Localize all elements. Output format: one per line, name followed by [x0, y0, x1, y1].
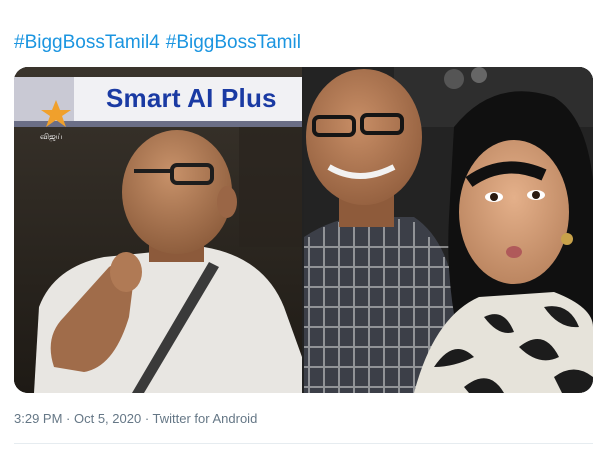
tweet-text: #BiggBossTamil4 #BiggBossTamil: [14, 30, 301, 56]
selfie-illustration: [304, 67, 593, 393]
tweet-meta: 3:29 PM · Oct 5, 2020 · Twitter for Andr…: [14, 411, 257, 426]
media-photo-right[interactable]: [304, 67, 593, 393]
channel-logo-text: விஜய்: [40, 132, 63, 141]
tweet-date-link[interactable]: Oct 5, 2020: [74, 411, 141, 426]
tweet-media[interactable]: Smart AI Plus விஜய்: [14, 67, 593, 393]
tweet-time-link[interactable]: 3:29 PM: [14, 411, 62, 426]
hashtag-link-biggbosstamil4[interactable]: #BiggBossTamil4: [14, 32, 160, 53]
meta-separator: ·: [62, 411, 74, 426]
media-photo-left[interactable]: Smart AI Plus விஜய்: [14, 67, 302, 393]
tv-still-illustration: [14, 67, 302, 393]
tweet-source: Twitter for Android: [152, 411, 258, 426]
divider: [14, 443, 593, 444]
meta-separator: ·: [141, 411, 153, 426]
hashtag-link-biggbosstamil[interactable]: #BiggBossTamil: [166, 32, 301, 53]
show-banner-text: Smart AI Plus: [106, 83, 277, 113]
